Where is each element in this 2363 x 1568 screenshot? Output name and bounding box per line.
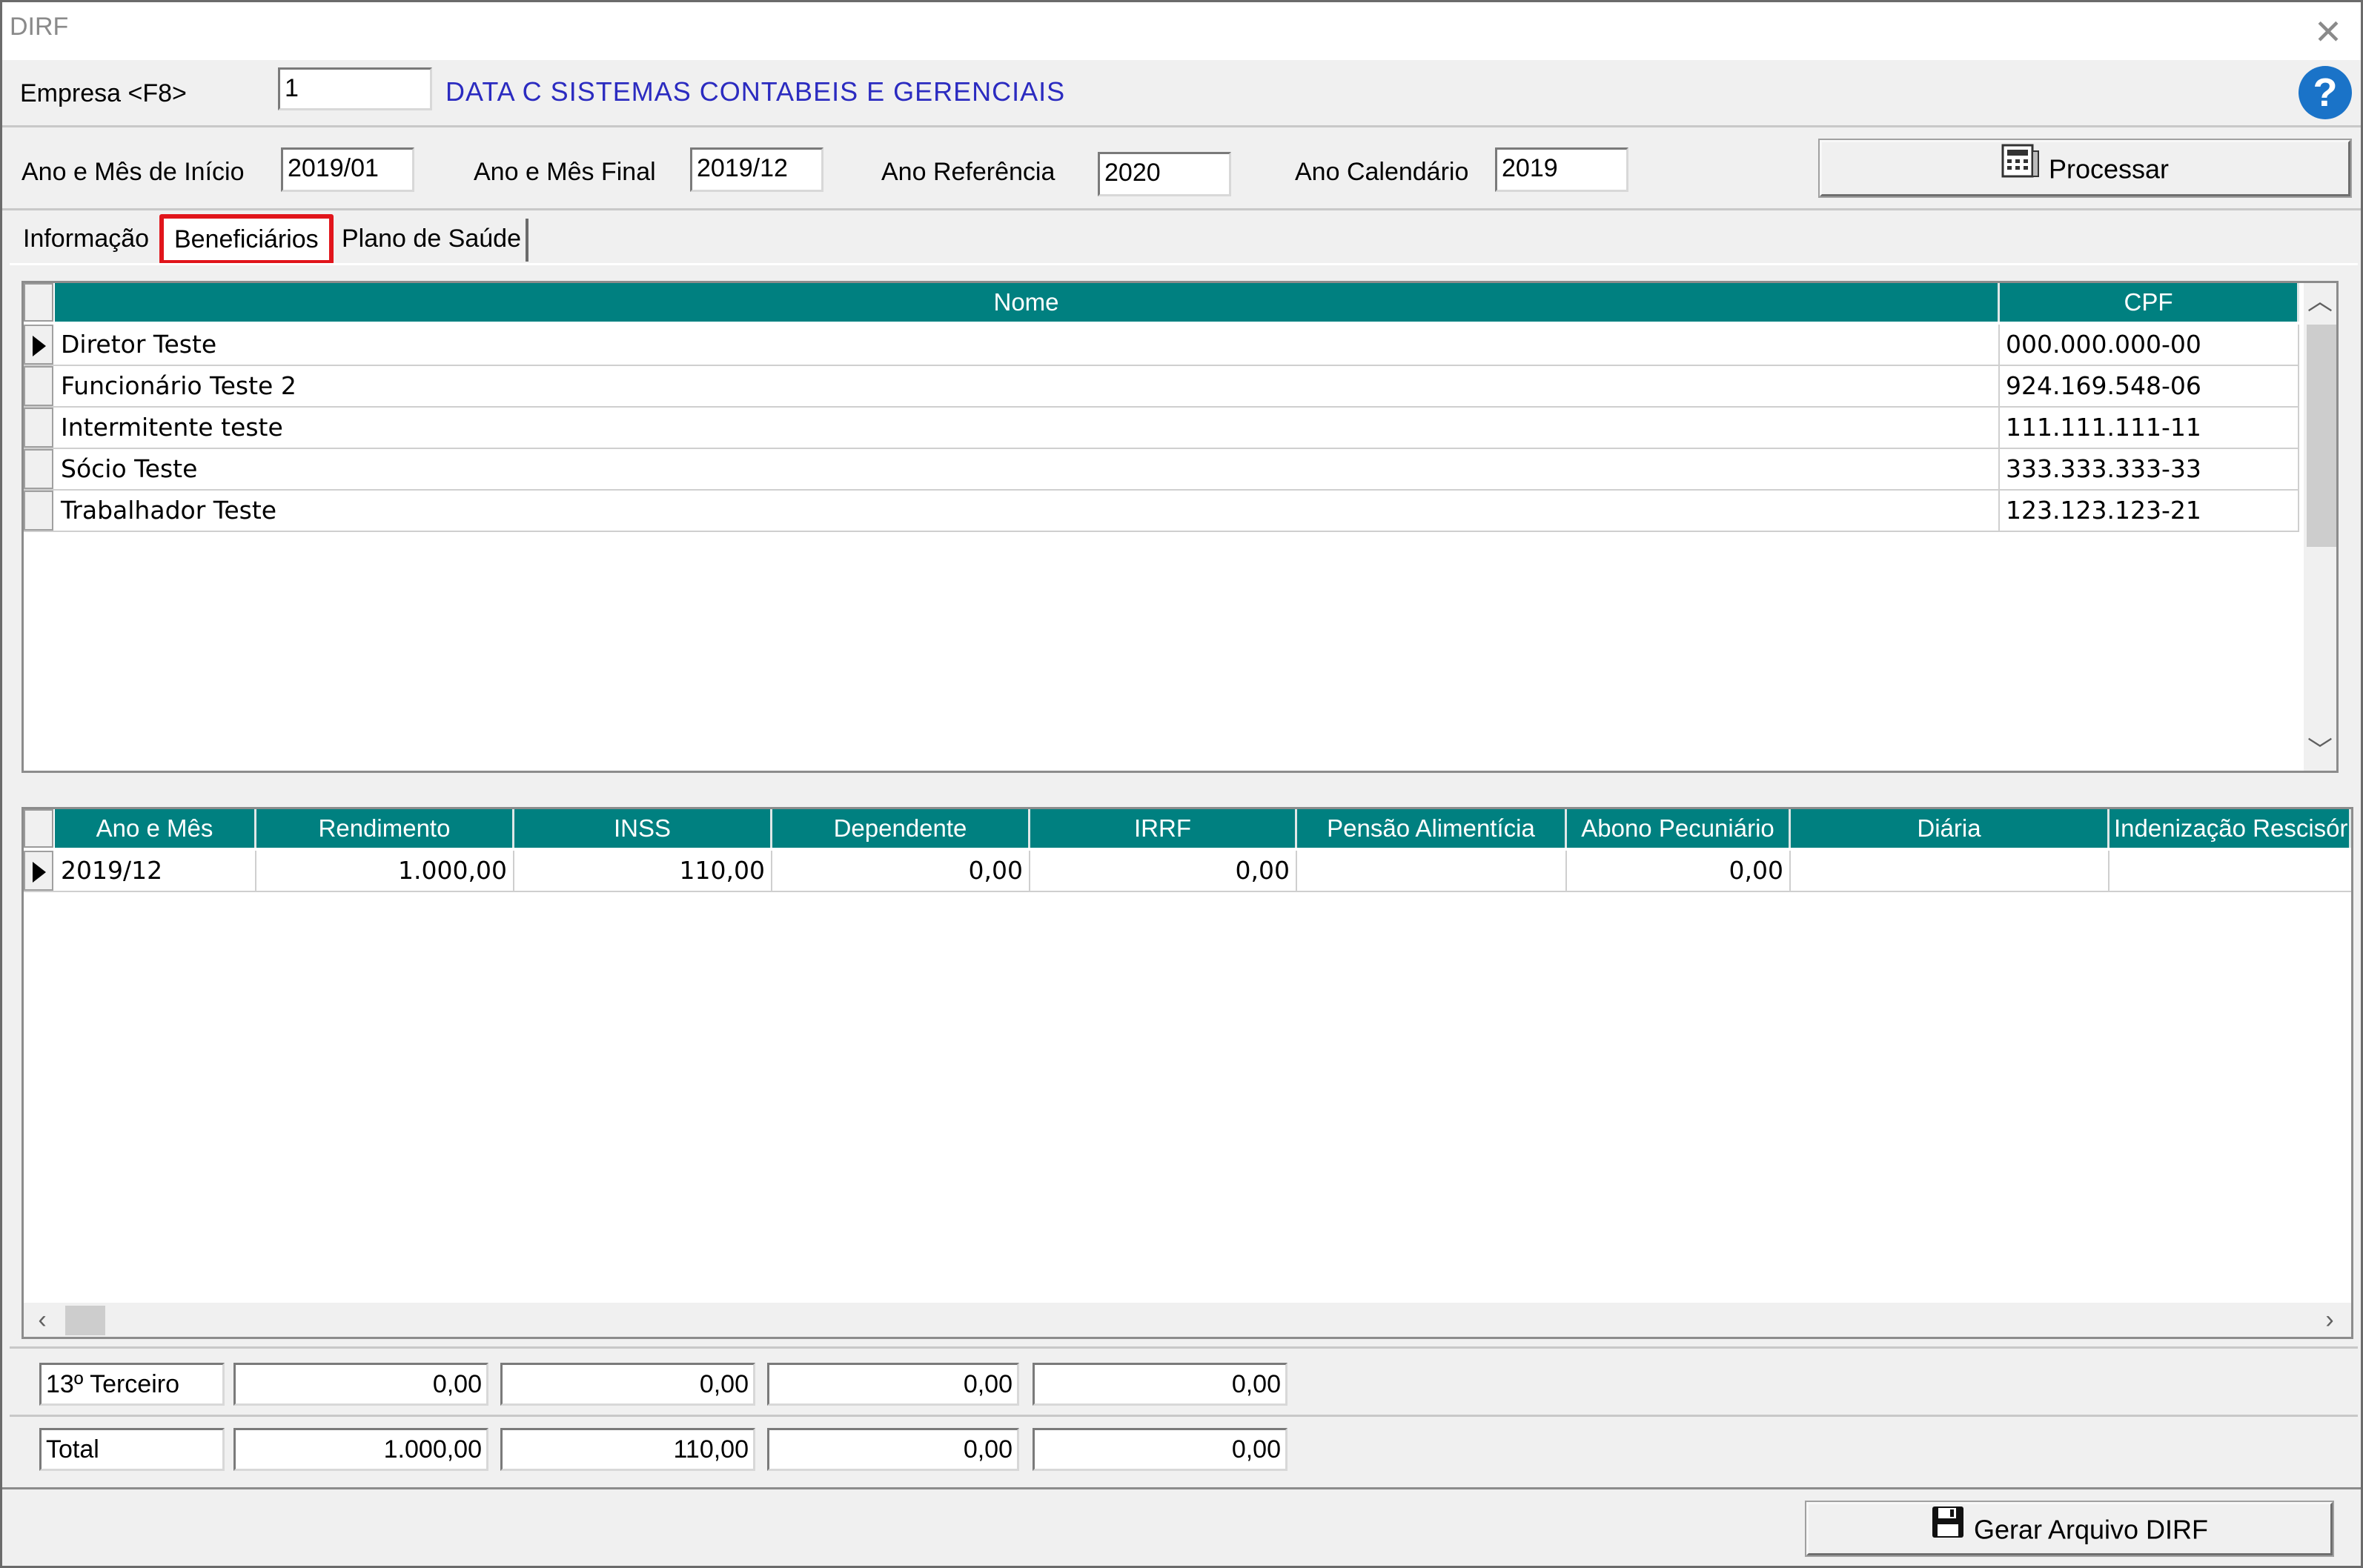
column-header-nome[interactable]: Nome (55, 283, 2000, 322)
horizontal-scrollbar[interactable]: ‹ › (24, 1303, 2351, 1337)
nome-cell: Diretor Teste (55, 325, 2000, 365)
row-indicator (24, 408, 53, 448)
nome-cell: Trabalhador Teste (55, 491, 2000, 531)
cpf-cell: 000.000.000-00 (2000, 325, 2299, 365)
divider (10, 1346, 2358, 1349)
tab-panel-edge (10, 263, 2358, 265)
final-label: Ano e Mês Final (474, 158, 656, 186)
column-header-ano-mes[interactable]: Ano e Mês (55, 809, 256, 848)
scroll-down-icon[interactable]: ﹀ (2304, 732, 2336, 769)
irrf-cell: 0,00 (1030, 851, 1297, 891)
divider (2, 1487, 2361, 1489)
calculator-icon (2001, 144, 2040, 194)
window-title: DIRF (10, 13, 69, 41)
gerar-arquivo-button[interactable]: Gerar Arquivo DIRF (1805, 1501, 2334, 1557)
dependente-cell: 0,00 (772, 851, 1030, 891)
table-row[interactable]: Trabalhador Teste 123.123.123-21 (24, 491, 2299, 532)
rendimentos-grid: Ano e Mês Rendimento INSS Dependente IRR… (21, 807, 2353, 1339)
empresa-code-field[interactable]: 1 (278, 67, 432, 110)
calendario-label: Ano Calendário (1295, 158, 1469, 186)
gerar-arquivo-label: Gerar Arquivo DIRF (1973, 1514, 2209, 1545)
close-icon[interactable]: ✕ (2306, 11, 2350, 53)
indenizacao-cell (2110, 851, 2351, 891)
company-name: DATA C SISTEMAS CONTABEIS E GERENCIAIS (445, 76, 1066, 107)
column-header-pensao[interactable]: Pensão Alimentícia (1297, 809, 1567, 848)
tab-beneficiarios[interactable]: Beneficiários (159, 214, 334, 265)
help-icon[interactable]: ? (2299, 66, 2352, 119)
column-header-dependente[interactable]: Dependente (772, 809, 1030, 848)
column-header-irrf[interactable]: IRRF (1030, 809, 1297, 848)
cpf-cell: 924.169.548-06 (2000, 366, 2299, 406)
total-dependente: 0,00 (767, 1428, 1019, 1471)
terceiro-label: 13º Terceiro (39, 1363, 225, 1406)
tab-informacao[interactable]: Informação (23, 225, 149, 253)
inss-cell: 110,00 (514, 851, 772, 891)
pensao-cell (1297, 851, 1567, 891)
terceiro-dependente: 0,00 (767, 1363, 1019, 1406)
total-inss: 110,00 (500, 1428, 755, 1471)
divider (10, 1415, 2358, 1417)
calendario-field[interactable]: 2019 (1495, 147, 1628, 192)
row-indicator (24, 491, 53, 531)
scroll-thumb[interactable] (2307, 325, 2336, 547)
ano-mes-cell: 2019/12 (55, 851, 256, 891)
vertical-scrollbar[interactable]: ︿ ﹀ (2304, 283, 2336, 771)
tab-separator (526, 219, 528, 262)
table-row[interactable]: 2019/12 1.000,00 110,00 0,00 0,00 0,00 (24, 851, 2351, 892)
abono-cell: 0,00 (1567, 851, 1791, 891)
processar-button[interactable]: Processar (1818, 139, 2352, 198)
final-field[interactable]: 2019/12 (690, 147, 823, 192)
column-header-indenizacao[interactable]: Indenização Rescisória (2110, 809, 2351, 848)
terceiro-rendimento: 0,00 (233, 1363, 488, 1406)
nome-cell: Funcionário Teste 2 (55, 366, 2000, 406)
beneficiarios-grid: Nome CPF Diretor Teste 000.000.000-00 Fu… (21, 281, 2339, 773)
diaria-cell (1791, 851, 2110, 891)
nome-cell: Sócio Teste (55, 449, 2000, 489)
inicio-field[interactable]: 2019/01 (281, 147, 414, 192)
divider (2, 208, 2361, 210)
column-header-abono[interactable]: Abono Pecuniário (1567, 809, 1791, 848)
scroll-thumb[interactable] (65, 1306, 105, 1335)
total-irrf: 0,00 (1033, 1428, 1287, 1471)
column-header-inss[interactable]: INSS (514, 809, 772, 848)
nome-cell: Intermitente teste (55, 408, 2000, 448)
empresa-label: Empresa <F8> (20, 79, 187, 107)
scroll-right-icon[interactable]: › (2311, 1303, 2348, 1337)
processar-label: Processar (2048, 153, 2170, 185)
total-rendimento: 1.000,00 (233, 1428, 488, 1471)
dirf-window: DIRF ✕ Empresa <F8> 1 DATA C SISTEMAS CO… (0, 0, 2363, 1568)
row-indicator (24, 449, 53, 489)
grid-corner (24, 283, 53, 322)
inicio-label: Ano e Mês de Início (21, 158, 245, 186)
scroll-left-icon[interactable]: ‹ (24, 1303, 61, 1337)
terceiro-inss: 0,00 (500, 1363, 755, 1406)
cpf-cell: 123.123.123-21 (2000, 491, 2299, 531)
row-indicator (24, 366, 53, 406)
table-row[interactable]: Diretor Teste 000.000.000-00 (24, 325, 2299, 366)
terceiro-irrf: 0,00 (1033, 1363, 1287, 1406)
row-indicator (24, 325, 53, 365)
save-icon (1931, 1505, 1965, 1554)
grid-corner (24, 809, 53, 848)
cpf-cell: 333.333.333-33 (2000, 449, 2299, 489)
scroll-up-icon[interactable]: ︿ (2304, 283, 2336, 320)
column-header-diaria[interactable]: Diária (1791, 809, 2110, 848)
title-bar: DIRF ✕ (2, 2, 2361, 60)
column-header-rendimento[interactable]: Rendimento (256, 809, 514, 848)
row-indicator (24, 851, 53, 891)
column-header-cpf[interactable]: CPF (2000, 283, 2299, 322)
tab-plano-de-saude[interactable]: Plano de Saúde (342, 225, 521, 253)
table-row[interactable]: Sócio Teste 333.333.333-33 (24, 449, 2299, 491)
row-pointer-icon (33, 862, 46, 883)
referencia-label: Ano Referência (881, 158, 1055, 186)
total-label: Total (39, 1428, 225, 1471)
divider (2, 125, 2361, 127)
referencia-field[interactable]: 2020 (1098, 152, 1231, 196)
table-row[interactable]: Funcionário Teste 2 924.169.548-06 (24, 366, 2299, 408)
table-row[interactable]: Intermitente teste 111.111.111-11 (24, 408, 2299, 449)
row-pointer-icon (33, 336, 46, 356)
rendimento-cell: 1.000,00 (256, 851, 514, 891)
cpf-cell: 111.111.111-11 (2000, 408, 2299, 448)
